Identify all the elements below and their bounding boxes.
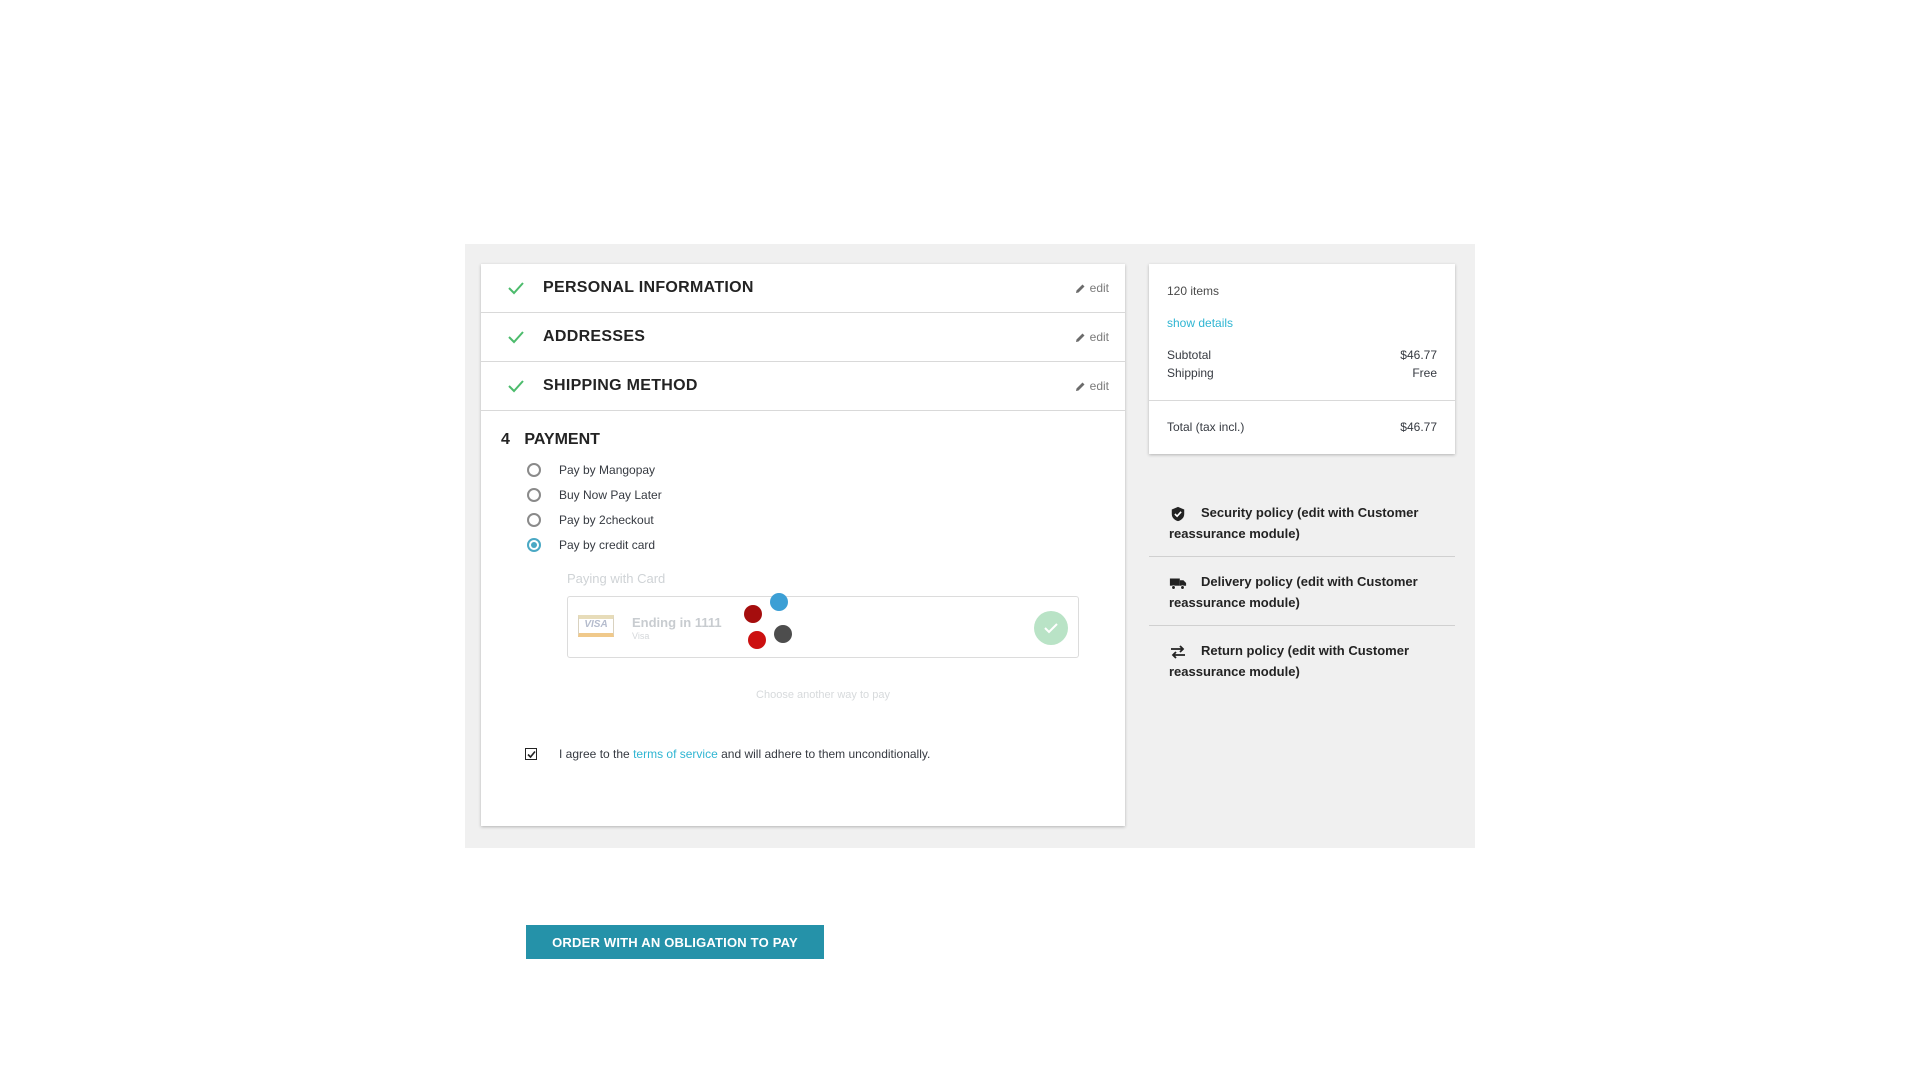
subtotal-value: $46.77 — [1400, 348, 1437, 362]
dot-red — [748, 631, 766, 649]
security-policy: Security policy (edit with Customer reas… — [1149, 488, 1455, 557]
total-value: $46.77 — [1400, 420, 1437, 434]
pencil-icon — [1075, 382, 1085, 391]
checkout-steps-panel: PERSONAL INFORMATION edit ADDRESSES edit… — [481, 264, 1125, 959]
agree-prefix: I agree to the — [559, 747, 630, 761]
shipping-row: Shipping Free — [1167, 366, 1437, 380]
radio-button[interactable] — [527, 462, 541, 477]
total-label: Total (tax incl.) — [1167, 420, 1245, 434]
radio-button[interactable] — [527, 512, 541, 527]
payment-option-mangopay[interactable]: Pay by Mangopay — [527, 457, 662, 482]
cart-summary: 120 items show details Subtotal $46.77 S… — [1149, 264, 1455, 454]
radio-button-selected[interactable] — [527, 537, 541, 552]
show-details-link[interactable]: show details — [1167, 316, 1233, 330]
exchange-arrows-icon — [1171, 644, 1185, 659]
summary-divider — [1149, 400, 1455, 401]
edit-label: edit — [1089, 379, 1109, 393]
truck-icon — [1169, 578, 1187, 590]
policy-text: Delivery policy (edit with Customer reas… — [1169, 574, 1418, 610]
check-icon — [508, 380, 524, 393]
option-label: Pay by 2checkout — [559, 512, 654, 527]
subtotal-row: Subtotal $46.77 — [1167, 348, 1437, 362]
card-section-label: Paying with Card — [567, 571, 666, 586]
card-ending: Ending in 1111 — [632, 615, 722, 630]
saved-card[interactable]: VISA Ending in 1111 Visa — [567, 593, 1079, 658]
order-button[interactable]: ORDER WITH AN OBLIGATION TO PAY — [526, 925, 824, 959]
reassurance-block: Security policy (edit with Customer reas… — [1149, 488, 1455, 694]
card-brand: Visa — [632, 631, 650, 641]
payment-option-credit-card[interactable]: Pay by credit card — [527, 532, 662, 557]
choose-another-way-link[interactable]: Choose another way to pay — [567, 689, 1079, 701]
check-icon — [508, 282, 524, 295]
card-selected-check-icon — [1034, 611, 1068, 645]
option-label: Pay by credit card — [559, 537, 656, 552]
edit-link[interactable]: edit — [1075, 281, 1109, 295]
step-number: 4 — [501, 431, 510, 448]
step-title: SHIPPING METHOD — [543, 377, 698, 394]
checkmark-icon — [526, 750, 536, 758]
step-shipping-method[interactable]: SHIPPING METHOD edit — [481, 362, 1125, 411]
terms-agreement: I agree to the terms of service and will… — [525, 747, 930, 761]
edit-label: edit — [1089, 330, 1109, 344]
terms-checkbox[interactable] — [525, 748, 537, 760]
loading-dots-icon — [744, 593, 800, 649]
payment-section: 4 PAYMENT Pay by Mangopay Buy Now Pay La… — [481, 411, 1125, 959]
step-title: ADDRESSES — [543, 328, 646, 345]
shield-icon — [1171, 506, 1185, 521]
pencil-icon — [1075, 284, 1085, 293]
dot-dark-red — [744, 605, 762, 623]
payment-title: PAYMENT — [524, 431, 600, 448]
pencil-icon — [1075, 333, 1085, 342]
edit-link[interactable]: edit — [1075, 330, 1109, 344]
edit-label: edit — [1089, 281, 1109, 295]
shipping-value: Free — [1412, 366, 1437, 380]
policy-text: Return policy (edit with Customer reassu… — [1169, 643, 1410, 679]
payment-option-buy-now-pay-later[interactable]: Buy Now Pay Later — [527, 482, 662, 507]
shipping-label: Shipping — [1167, 366, 1214, 380]
items-count: 120 items — [1167, 284, 1220, 298]
payment-options: Pay by Mangopay Buy Now Pay Later Pay by… — [527, 457, 662, 557]
option-label: Buy Now Pay Later — [559, 487, 662, 502]
check-icon — [508, 331, 524, 344]
payment-heading: 4 PAYMENT — [501, 431, 600, 449]
dot-blue — [770, 593, 788, 611]
edit-link[interactable]: edit — [1075, 379, 1109, 393]
step-personal-information[interactable]: PERSONAL INFORMATION edit — [481, 264, 1125, 313]
terms-of-service-link[interactable]: terms of service — [633, 747, 718, 761]
radio-button[interactable] — [527, 487, 541, 502]
checkout-area: PERSONAL INFORMATION edit ADDRESSES edit… — [465, 244, 1475, 959]
visa-logo: VISA — [578, 615, 614, 637]
payment-option-2checkout[interactable]: Pay by 2checkout — [527, 507, 662, 532]
agree-suffix: and will adhere to them unconditionally. — [721, 747, 931, 761]
policy-text: Security policy (edit with Customer reas… — [1169, 505, 1419, 541]
step-title: PERSONAL INFORMATION — [543, 279, 754, 296]
delivery-policy: Delivery policy (edit with Customer reas… — [1149, 557, 1455, 626]
option-label: Pay by Mangopay — [559, 462, 656, 477]
total-row: Total (tax incl.) $46.77 — [1167, 420, 1437, 434]
dot-gray — [774, 625, 792, 643]
return-policy: Return policy (edit with Customer reassu… — [1149, 626, 1455, 694]
subtotal-label: Subtotal — [1167, 348, 1212, 362]
step-addresses[interactable]: ADDRESSES edit — [481, 313, 1125, 362]
